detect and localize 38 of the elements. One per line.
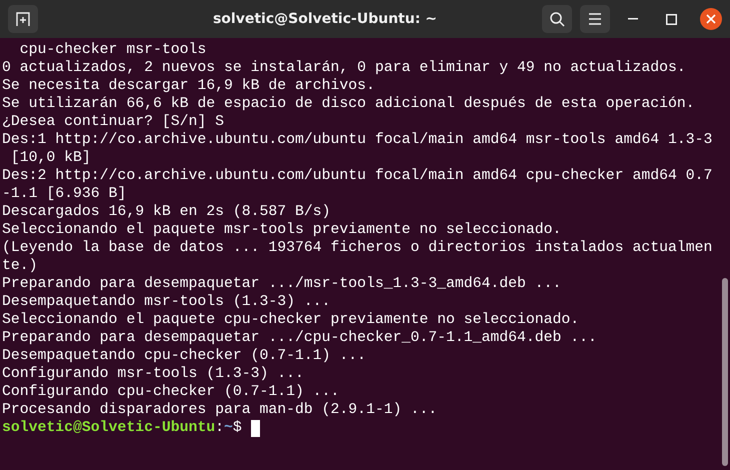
menu-button[interactable] (580, 5, 610, 33)
terminal-output-line: ¿Desea continuar? [S/n] S (2, 113, 225, 131)
maximize-icon (666, 14, 676, 24)
prompt-symbol: $ (232, 419, 242, 437)
prompt-separator: : (215, 419, 224, 437)
terminal-output-line: Preparando para desempaquetar .../cpu-checker_0.7-1.1_amd64.deb ... (2, 329, 598, 347)
terminal-output-line: Procesando disparadores para man-db (2.9.1-1) ... (2, 401, 438, 419)
close-icon (706, 14, 716, 24)
new-tab-button[interactable] (8, 5, 38, 33)
minimize-icon (628, 18, 638, 20)
scrollbar-thumb[interactable] (722, 278, 728, 466)
terminal-output-line: (Leyendo la base de datos ... 193764 ficheros o directorios instalados actualmen (2, 239, 712, 257)
terminal-output-line: Des:2 http://co.archive.ubuntu.com/ubuntu focal/main amd64 cpu-checker amd64 0.7 (2, 167, 712, 185)
terminal-output-line: Des:1 http://co.archive.ubuntu.com/ubuntu focal/main amd64 msr-tools amd64 1.3-3 (2, 131, 712, 149)
prompt-user-host: solvetic@Solvetic-Ubuntu (2, 419, 216, 437)
menu-icon (588, 13, 602, 25)
terminal-output-line: [10,0 kB] (10, 149, 92, 167)
terminal-output-line: te.) (2, 257, 39, 275)
terminal-output-line: Se utilizarán 66,6 kB de espacio de disco adicional después de esta operación. (2, 95, 696, 113)
terminal-output-line: Configurando cpu-checker (0.7-1.1) ... (2, 383, 340, 401)
terminal-output-line: Se necesita descargar 16,9 kB de archivos. (2, 77, 376, 95)
search-icon (549, 11, 565, 27)
terminal-output-line: Seleccionando el paquete cpu-checker previamente no seleccionado. (2, 311, 580, 329)
terminal-output-line: Desempaquetando cpu-checker (0.7-1.1) ... (2, 347, 368, 365)
window-title: solvetic@Solvetic-Ubuntu: ~ (212, 11, 438, 27)
terminal-output-line: Descargados 16,9 kB en 2s (8.587 B/s) (2, 203, 332, 221)
terminal-output-line: cpu-checker msr-tools (18, 41, 208, 59)
terminal-output-line: Desempaquetando msr-tools (1.3-3) ... (2, 293, 332, 311)
terminal-output-line: -1.1 [6.936 B] (2, 185, 128, 203)
terminal-output-line: Seleccionando el paquete msr-tools previamente no seleccionado. (2, 221, 562, 239)
prompt-path: ~ (224, 419, 233, 437)
text-cursor (250, 420, 260, 436)
new-tab-icon (15, 11, 31, 27)
terminal-output-line: Configurando msr-tools (1.3-3) ... (2, 365, 305, 383)
close-button[interactable] (700, 8, 722, 30)
search-button[interactable] (542, 5, 572, 33)
terminal-output-line: 0 actualizados, 2 nuevos se instalarán, 0 para eliminar y 49 no actualizados. (2, 59, 687, 77)
terminal-output-line: Preparando para desempaquetar .../msr-tools_1.3-3_amd64.deb ... (2, 275, 562, 293)
